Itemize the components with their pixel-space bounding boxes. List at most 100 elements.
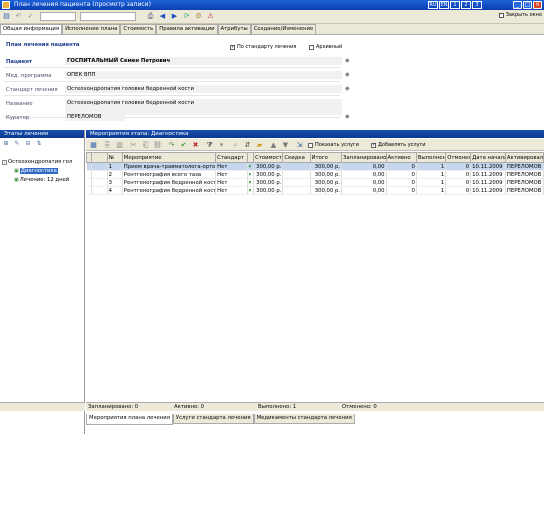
sort-icon[interactable]: ⇵ xyxy=(243,141,252,150)
column-header[interactable]: Стандарт xyxy=(215,152,248,163)
tab-activation-rules[interactable]: Правила активации xyxy=(156,24,218,34)
column-header[interactable]: Стоимость xyxy=(253,152,284,163)
grid-icon[interactable]: ▦ xyxy=(89,141,98,150)
events-footer: Запланировано: 0 Активно: 0 Выполнено: 1… xyxy=(86,402,544,411)
folder-icon[interactable]: ▰ xyxy=(255,141,264,150)
tab-standard-services[interactable]: Услуги стандарта лечения xyxy=(172,414,254,424)
paste-icon[interactable]: ⎗ xyxy=(141,141,150,150)
column-header[interactable]: Скидка xyxy=(282,152,311,163)
table-row[interactable]: 3 Рентгенография бедренной кости Нет ▾ 300,0… xyxy=(86,178,544,187)
record-select[interactable] xyxy=(40,12,76,21)
column-header[interactable]: Активировал xyxy=(504,152,544,163)
move-stage-icon[interactable]: ⇅ xyxy=(35,140,43,148)
minimize-button[interactable]: _ xyxy=(513,1,522,9)
tray-item[interactable]: 1 xyxy=(450,1,460,9)
copy-icon[interactable]: ⎘ xyxy=(103,141,112,150)
tab-plan-events[interactable]: Мероприятия плана лечения xyxy=(86,414,173,425)
by-standard-checkbox[interactable]: ✓ По стандарту лечения xyxy=(230,44,296,50)
column-header[interactable]: Выполнено xyxy=(415,152,447,163)
show-services-box[interactable] xyxy=(308,142,313,148)
tab-execution[interactable]: Исполнение плана xyxy=(62,24,121,34)
column-header[interactable]: № xyxy=(106,152,123,163)
redo-icon[interactable]: ↷ xyxy=(167,141,176,150)
show-services-checkbox[interactable]: Показать услуги xyxy=(308,142,359,148)
check-icon[interactable]: ✓ xyxy=(26,12,35,21)
column-header[interactable]: Итого xyxy=(309,152,343,163)
columns-icon[interactable]: ▥ xyxy=(115,141,124,150)
tab-attributes[interactable]: Атрибуты xyxy=(217,24,251,34)
dropdown-icon[interactable]: ▾ xyxy=(217,141,226,150)
undo-icon[interactable]: ↶ xyxy=(14,12,23,21)
table-cell: ПЕРЕЛОМОВ xyxy=(505,170,544,179)
tree-item-root[interactable]: - Остеохондропатия гол xyxy=(2,159,72,165)
column-header[interactable]: Мероприятие xyxy=(121,152,217,163)
tray-item[interactable]: EN xyxy=(439,1,449,9)
refresh-icon[interactable]: ⟳ xyxy=(182,12,191,21)
cancel-icon[interactable]: ✖ xyxy=(191,141,200,150)
program-lookup-icon[interactable]: ◆ xyxy=(345,72,351,78)
patient-field[interactable]: ГОСПИТАЛЬНЫЙ Семен Петрович xyxy=(65,57,342,65)
by-standard-box[interactable]: ✓ xyxy=(230,44,235,50)
edit-stage-icon[interactable]: ✎ xyxy=(13,140,21,148)
tools-icon[interactable]: ⚙ xyxy=(194,12,203,21)
standard-field[interactable]: Остеохондропатия головки бедренной кости xyxy=(65,85,342,93)
tray-item[interactable]: 2 xyxy=(461,1,471,9)
prev-icon[interactable]: ◀ xyxy=(158,12,167,21)
table-cell: 1 xyxy=(416,162,447,171)
next-icon[interactable]: ▶ xyxy=(170,12,179,21)
warning-icon[interactable]: ⚠ xyxy=(206,12,215,21)
move-up-icon[interactable]: ▲ xyxy=(269,141,278,150)
program-field[interactable]: ОПЕК ВПП xyxy=(65,71,342,79)
curator-lookup-icon[interactable]: ◆ xyxy=(345,114,351,120)
table-cell: 0 xyxy=(386,178,417,187)
table-cell: 1 xyxy=(107,162,123,171)
standard-lookup-icon[interactable]: ◆ xyxy=(345,86,351,92)
close-window-checkbox[interactable] xyxy=(498,12,504,18)
archive-checkbox[interactable]: Архивный xyxy=(309,44,342,50)
export-icon[interactable]: ⇲ xyxy=(295,141,304,150)
column-header[interactable] xyxy=(91,152,108,163)
link-icon[interactable]: ⛓ xyxy=(153,141,162,150)
add-services-checkbox[interactable]: ✓ Добавлять услуги xyxy=(371,142,425,148)
tab-created-changed[interactable]: Создание/Изменение xyxy=(250,24,317,34)
apply-icon[interactable]: ✔ xyxy=(179,141,188,150)
add-services-box[interactable]: ✓ xyxy=(371,142,376,148)
table-cell: 300,00 р. xyxy=(310,186,343,195)
tree-item-treatment[interactable]: ▣ Лечение: 12 дней xyxy=(14,177,69,183)
patient-lookup-icon[interactable]: ◆ xyxy=(345,58,351,64)
table-row[interactable]: 1Прием врача-травматолога-ортопедаНет▾30… xyxy=(86,162,544,171)
table-cell: 1 xyxy=(416,186,447,195)
archive-box[interactable] xyxy=(309,44,314,50)
tab-cost[interactable]: Стоимость xyxy=(120,24,157,34)
add-stage-icon[interactable]: ⊞ xyxy=(2,140,10,148)
close-window-option[interactable]: Закрыть окно xyxy=(498,12,542,18)
column-header[interactable]: Активно xyxy=(385,152,417,163)
maximize-button[interactable]: □ xyxy=(523,1,532,9)
table-row[interactable]: 4 Рентгенография бедренной кости Нет ▾ 300,0… xyxy=(86,186,544,195)
language-tray[interactable]: RU EN 1 2 3 xyxy=(428,1,482,9)
cut-icon[interactable]: ✂ xyxy=(129,141,138,150)
active-count: Активно: 0 xyxy=(174,404,205,410)
filter-icon[interactable]: ⧩ xyxy=(205,141,214,150)
tray-item[interactable]: 3 xyxy=(472,1,482,9)
column-header[interactable]: Дата начала xyxy=(470,152,506,163)
table-cell xyxy=(91,186,108,195)
tree-toggle-icon[interactable]: - xyxy=(2,159,7,165)
column-header[interactable]: Отменено xyxy=(445,152,472,163)
close-icon[interactable]: × xyxy=(533,1,542,9)
save-icon[interactable]: ▤ xyxy=(2,12,11,21)
tray-item[interactable]: RU xyxy=(428,1,438,9)
table-row[interactable]: 2 Рентгенография всего таза Нет ▾ 300,00 р. 3… xyxy=(86,170,544,179)
tree-item-diagnostics[interactable]: ▣ Диагностика xyxy=(14,168,58,174)
tab-standard-medications[interactable]: Медикаменты стандарта лечения xyxy=(253,414,355,424)
events-header: Мероприятия этапа: Диагностика xyxy=(86,130,544,138)
column-header[interactable]: Запланировано xyxy=(341,152,387,163)
move-down-icon[interactable]: ▼ xyxy=(281,141,290,150)
print-icon[interactable]: ⎙ xyxy=(146,12,155,21)
find-icon[interactable]: ⌕ xyxy=(231,141,240,150)
view-select[interactable] xyxy=(80,12,136,21)
delete-stage-icon[interactable]: ⊟ xyxy=(24,140,32,148)
curator-field[interactable]: ПЕРЕЛОМОВ xyxy=(65,113,125,121)
by-standard-label: По стандарту лечения xyxy=(237,44,297,50)
table-cell: 0,00 xyxy=(341,162,387,171)
